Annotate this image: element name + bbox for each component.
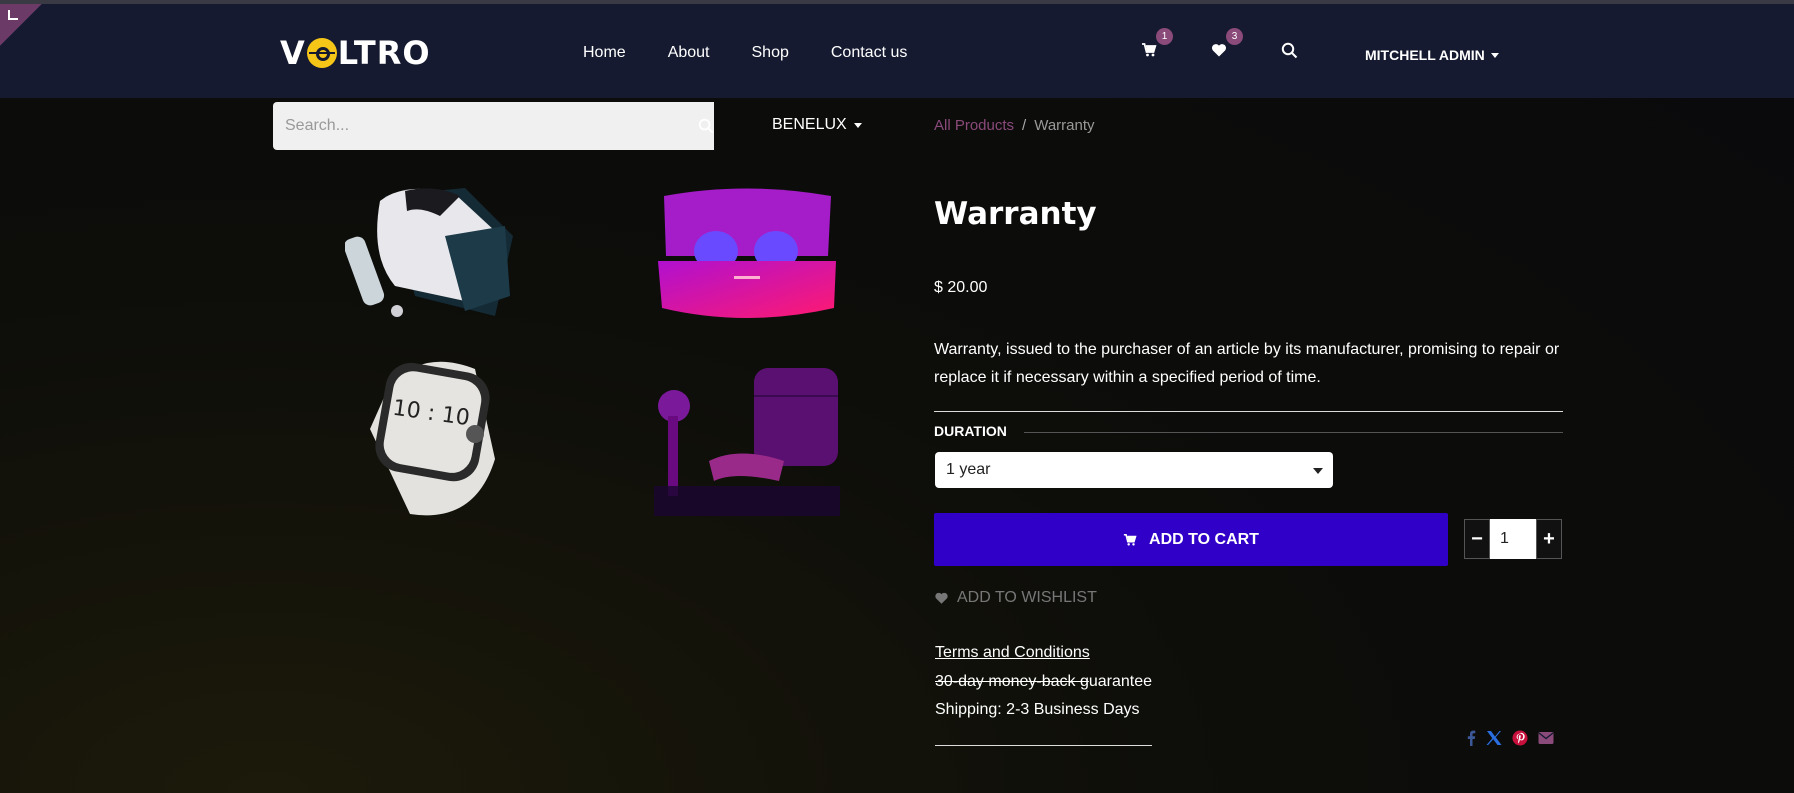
logo-text-prefix: V	[280, 34, 306, 72]
nav-contact-us[interactable]: Contact us	[831, 44, 907, 62]
search-submit-button[interactable]	[688, 102, 724, 150]
minus-icon: −	[1471, 527, 1483, 550]
cart-button[interactable]: 1	[1141, 28, 1173, 64]
main-nav: Home About Shop Contact us	[583, 44, 949, 62]
chevron-down-icon	[853, 122, 862, 128]
nav-home[interactable]: Home	[583, 44, 626, 62]
nav-about[interactable]: About	[668, 44, 710, 62]
product-search-box	[273, 102, 714, 150]
breadcrumb: All Products / Warranty	[934, 117, 1095, 134]
add-to-cart-label: ADD TO CART	[1149, 530, 1259, 548]
corner-glyph-icon	[8, 10, 18, 20]
breadcrumb-current: Warranty	[1034, 117, 1095, 134]
heart-icon	[935, 592, 948, 604]
breadcrumb-separator: /	[1022, 117, 1027, 134]
wireless-earphones-image[interactable]	[654, 366, 840, 516]
terms-and-conditions-link[interactable]: Terms and Conditions	[935, 644, 1090, 662]
quantity-decrease-button[interactable]: −	[1464, 519, 1490, 559]
user-menu[interactable]: MITCHELL ADMIN	[1365, 47, 1499, 63]
duration-select[interactable]: 1 year	[935, 452, 1333, 488]
product-description: Warranty, issued to the purchaser of an …	[934, 341, 1560, 386]
add-to-wishlist-label: ADD TO WISHLIST	[957, 589, 1097, 606]
editor-corner-toggle[interactable]	[0, 4, 42, 46]
search-input[interactable]	[273, 102, 688, 150]
facebook-icon[interactable]	[1466, 730, 1476, 746]
nav-shop[interactable]: Shop	[752, 44, 789, 62]
bottom-divider	[935, 745, 1152, 746]
email-icon[interactable]	[1538, 731, 1554, 745]
add-to-wishlist-button[interactable]: ADD TO WISHLIST	[934, 589, 1097, 607]
search-icon	[698, 118, 714, 134]
cart-icon	[1142, 43, 1157, 57]
logo-text-suffix: LTRO	[337, 34, 431, 72]
quantity-input[interactable]: 1	[1490, 519, 1536, 559]
header-search-button[interactable]	[1281, 42, 1303, 64]
wishlist-button[interactable]: 3	[1211, 28, 1243, 64]
wishlist-count-badge: 3	[1226, 28, 1243, 45]
guarantee-rest-text: uarantee	[1088, 673, 1153, 690]
quantity-increase-button[interactable]: +	[1536, 519, 1562, 559]
product-title: Warranty	[934, 196, 1097, 232]
smartwatch-image[interactable]: 10 : 10	[355, 349, 511, 524]
chevron-down-icon	[1313, 468, 1323, 474]
quantity-stepper: − 1 +	[1464, 519, 1562, 559]
duration-label: DURATION	[934, 423, 1007, 439]
earbuds-case-image[interactable]	[656, 186, 838, 328]
share-links	[1466, 730, 1554, 746]
pinterest-icon[interactable]	[1512, 730, 1528, 746]
heart-icon	[1211, 44, 1227, 57]
guarantee-text: 30-day money-back guarantee	[935, 673, 1152, 691]
voltro-logo[interactable]: V LTRO	[280, 34, 431, 72]
cart-icon	[1123, 533, 1137, 546]
vr-headset-image[interactable]	[345, 176, 520, 326]
chevron-down-icon	[1490, 52, 1499, 58]
x-icon[interactable]	[1486, 730, 1502, 746]
pricelist-label: BENELUX	[772, 116, 847, 133]
cart-count-badge: 1	[1156, 28, 1173, 45]
attribute-rule	[1024, 432, 1563, 433]
product-price: $ 20.00	[934, 279, 988, 296]
user-name: MITCHELL ADMIN	[1365, 47, 1485, 63]
breadcrumb-all-products[interactable]: All Products	[934, 117, 1014, 134]
plus-icon: +	[1543, 527, 1555, 550]
shipping-info: Shipping: 2-3 Business Days	[935, 701, 1140, 718]
add-to-cart-button[interactable]: ADD TO CART	[934, 513, 1448, 566]
search-icon	[1281, 42, 1298, 59]
logo-o-icon	[306, 38, 337, 68]
description-divider	[934, 411, 1563, 412]
pricelist-dropdown[interactable]: BENELUX	[772, 116, 862, 134]
duration-selected-value: 1 year	[946, 461, 991, 478]
site-header: V LTRO Home About Shop Contact us 1 3 MIT…	[0, 4, 1794, 98]
guarantee-struck-text: 30-day money-back g	[935, 673, 1089, 690]
